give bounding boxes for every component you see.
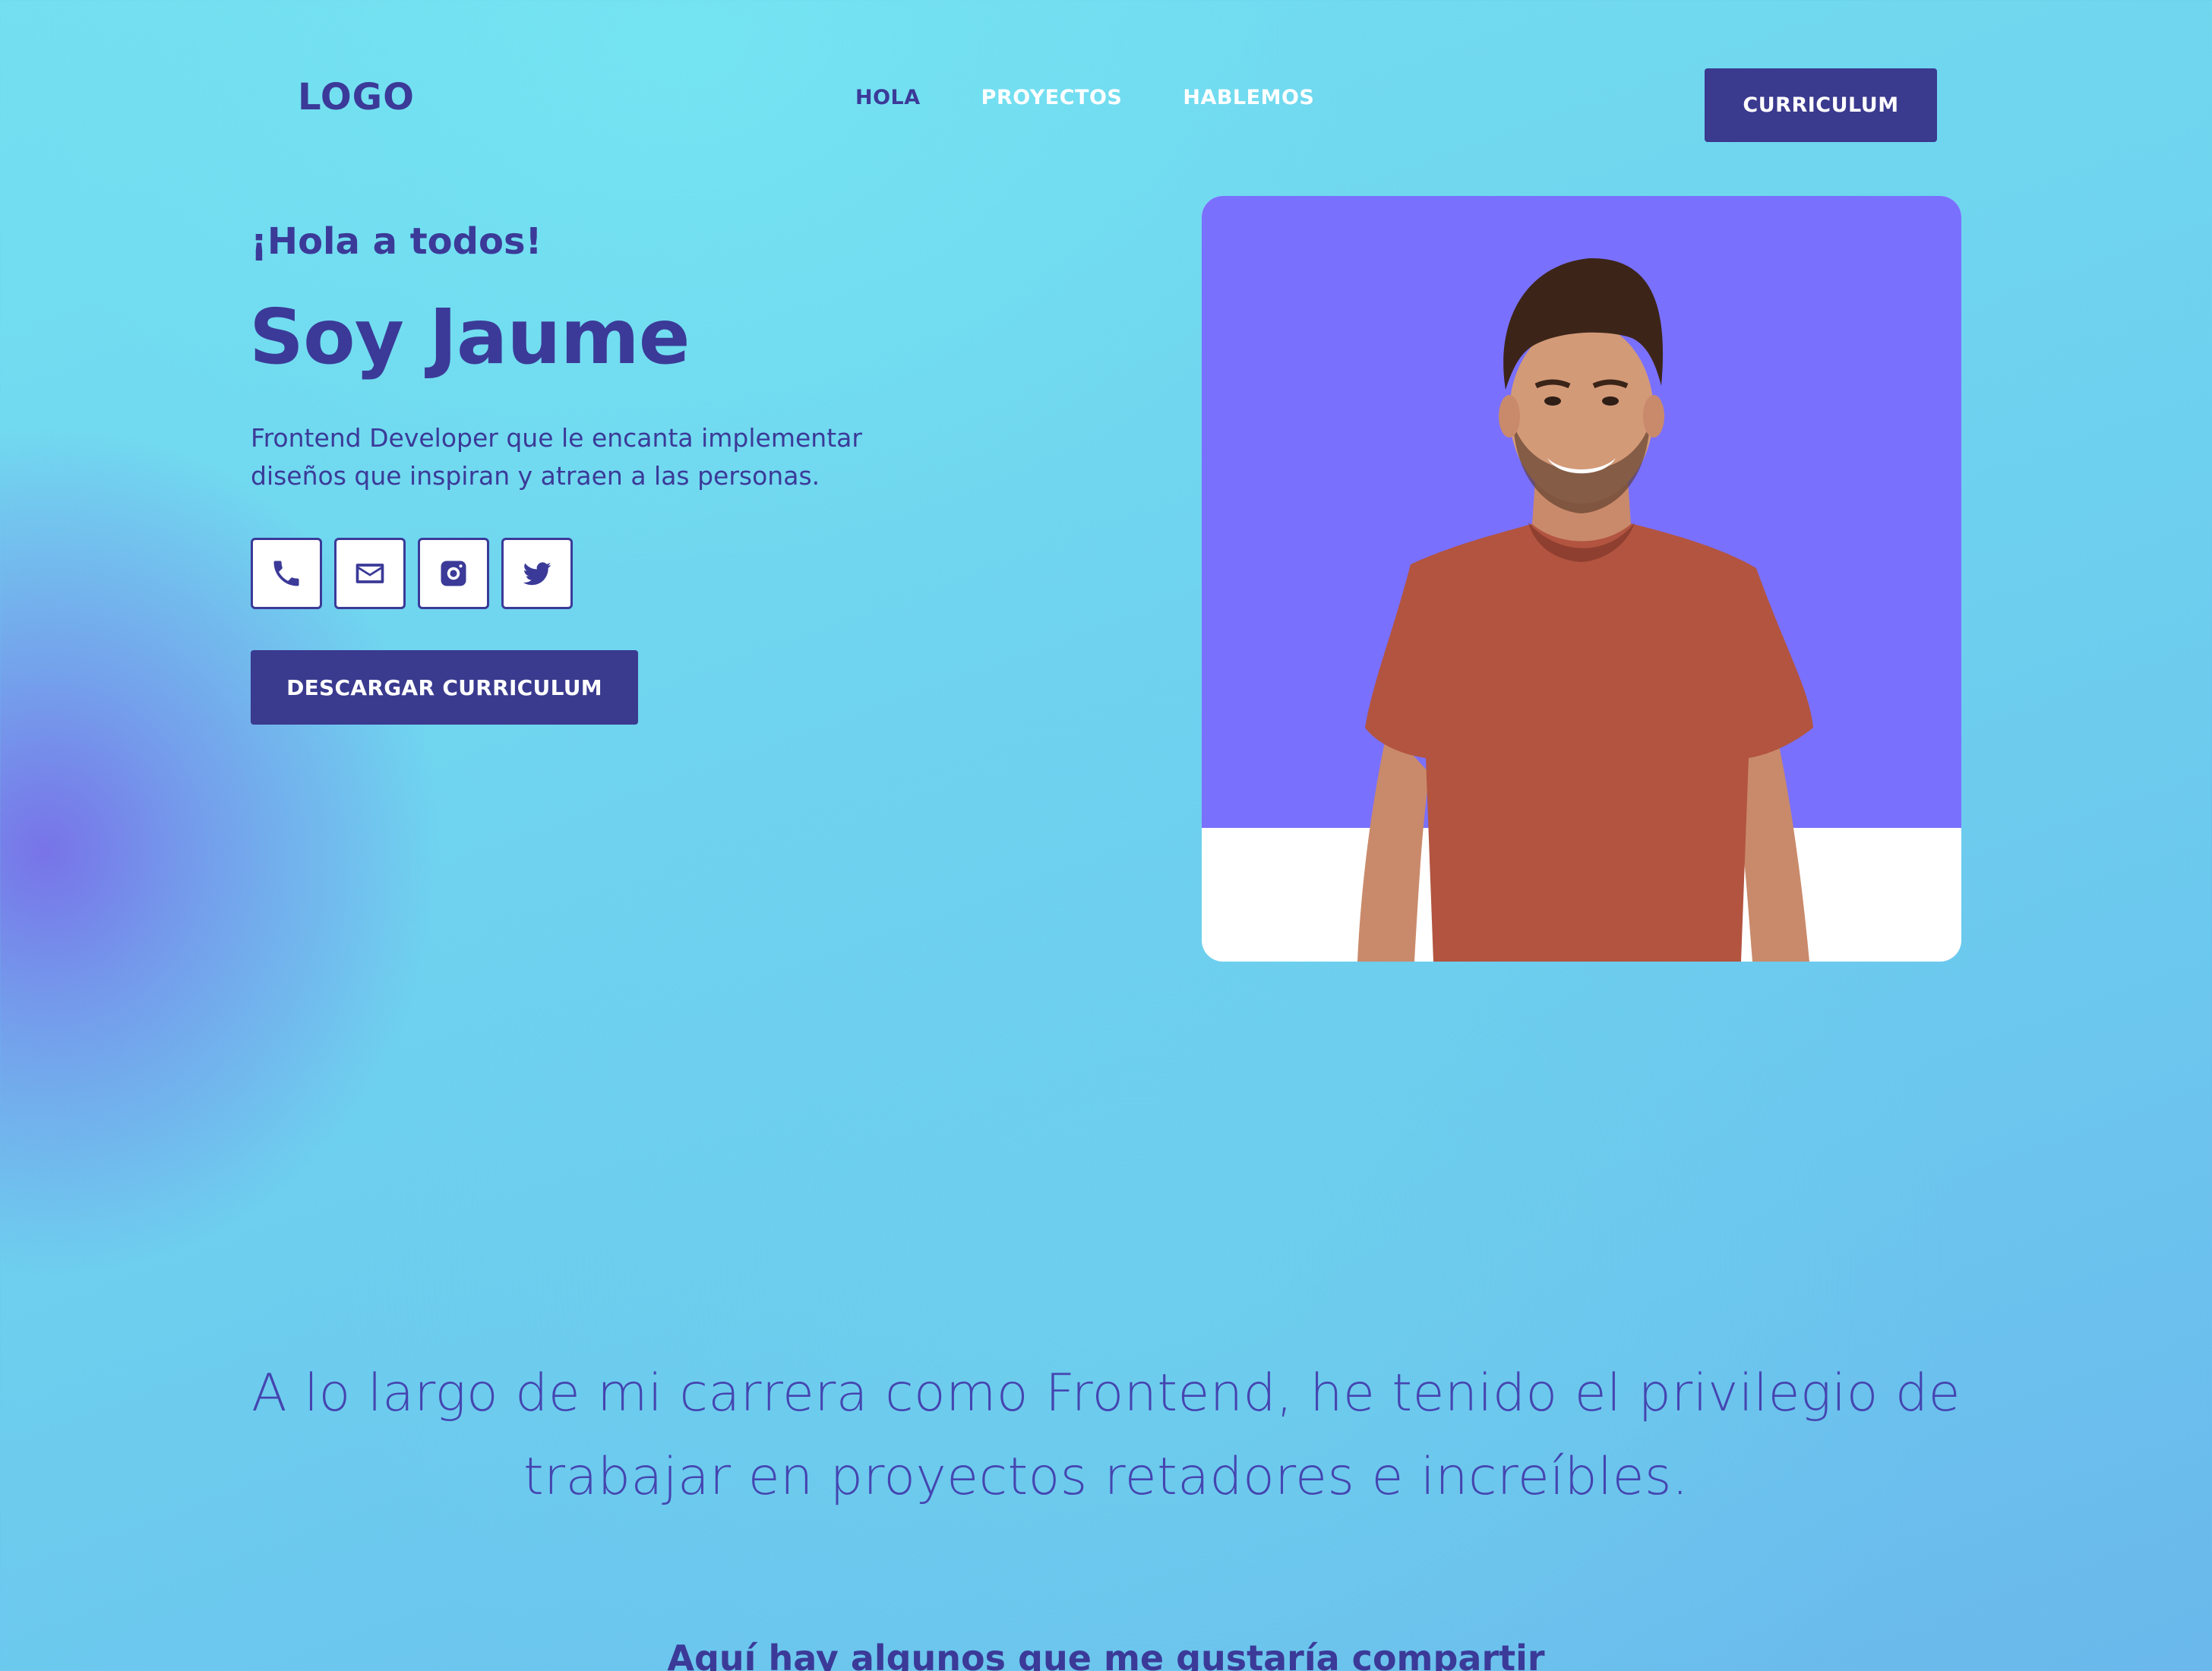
profile-photo — [1202, 196, 1961, 962]
mail-icon — [356, 564, 384, 583]
nav-item-proyectos[interactable]: PROYECTOS — [981, 86, 1123, 109]
download-curriculum-button[interactable]: DESCARGAR CURRICULUM — [251, 650, 638, 725]
person-illustration — [1357, 257, 1813, 962]
projects-heading: Aquí hay algunos que me gustaría compart… — [667, 1638, 1545, 1671]
hero-greeting: ¡Hola a todos! — [251, 220, 542, 263]
nav-item-hablemos[interactable]: HABLEMOS — [1183, 86, 1314, 109]
social-links — [251, 538, 573, 609]
hero-description: Frontend Developer que le encanta implem… — [251, 423, 862, 491]
curriculum-button[interactable]: CURRICULUM — [1705, 68, 1937, 142]
phone-button[interactable] — [251, 538, 322, 609]
twitter-button[interactable] — [501, 538, 573, 609]
instagram-icon — [441, 561, 466, 586]
twitter-icon — [523, 562, 551, 586]
phone-icon — [273, 561, 299, 586]
mail-button[interactable] — [334, 538, 406, 609]
nav-item-hola[interactable]: HOLA — [855, 86, 921, 109]
logo[interactable]: LOGO — [298, 76, 415, 118]
main-nav: HOLA PROYECTOS HABLEMOS — [855, 86, 1314, 109]
instagram-button[interactable] — [418, 538, 489, 609]
about-text: A lo largo de mi carrera como Frontend, … — [251, 1363, 1961, 1507]
hero-name: Soy Jaume — [249, 292, 690, 381]
